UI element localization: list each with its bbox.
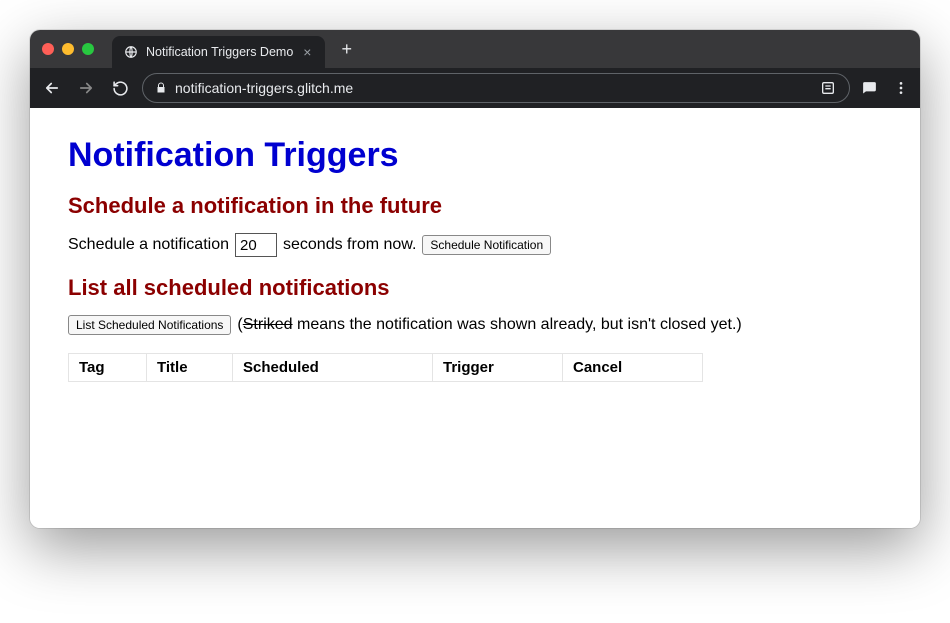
browser-toolbar: notification-triggers.glitch.me (30, 68, 920, 108)
address-bar[interactable]: notification-triggers.glitch.me (142, 73, 850, 103)
page-content: Notification Triggers Schedule a notific… (30, 108, 920, 528)
reader-icon[interactable] (819, 79, 837, 97)
list-hint: (Striked means the notification was show… (237, 316, 741, 334)
window-controls (42, 43, 94, 55)
maximize-window-icon[interactable] (82, 43, 94, 55)
globe-icon (124, 45, 138, 59)
back-button[interactable] (40, 76, 64, 100)
list-heading: List all scheduled notifications (68, 275, 882, 301)
schedule-prefix: Schedule a notification (68, 236, 229, 254)
close-tab-icon[interactable]: × (301, 44, 313, 60)
forward-button[interactable] (74, 76, 98, 100)
window-titlebar: Notification Triggers Demo × + (30, 30, 920, 68)
seconds-input[interactable] (235, 233, 277, 257)
schedule-heading: Schedule a notification in the future (68, 193, 882, 219)
close-window-icon[interactable] (42, 43, 54, 55)
list-row: List Scheduled Notifications (Striked me… (68, 315, 882, 335)
minimize-window-icon[interactable] (62, 43, 74, 55)
lock-icon (155, 82, 167, 94)
url-text: notification-triggers.glitch.me (175, 80, 811, 96)
schedule-suffix: seconds from now. (283, 236, 416, 254)
list-button[interactable]: List Scheduled Notifications (68, 315, 231, 335)
col-cancel: Cancel (563, 354, 703, 382)
notifications-table: Tag Title Scheduled Trigger Cancel (68, 353, 703, 382)
extension-icon[interactable] (860, 79, 878, 97)
toolbar-right (860, 79, 910, 97)
page-title: Notification Triggers (68, 136, 882, 175)
menu-icon[interactable] (892, 79, 910, 97)
col-trigger: Trigger (433, 354, 563, 382)
new-tab-button[interactable]: + (333, 40, 360, 58)
browser-tab[interactable]: Notification Triggers Demo × (112, 36, 325, 68)
hint-striked: Striked (243, 316, 293, 333)
col-scheduled: Scheduled (233, 354, 433, 382)
col-tag: Tag (69, 354, 147, 382)
schedule-row: Schedule a notification seconds from now… (68, 233, 882, 257)
col-title: Title (147, 354, 233, 382)
table-header-row: Tag Title Scheduled Trigger Cancel (69, 354, 703, 382)
tab-title: Notification Triggers Demo (146, 45, 293, 59)
schedule-button[interactable]: Schedule Notification (422, 235, 551, 255)
reload-button[interactable] (108, 76, 132, 100)
browser-window: Notification Triggers Demo × + notificat… (30, 30, 920, 528)
hint-rest: means the notification was shown already… (293, 316, 742, 333)
